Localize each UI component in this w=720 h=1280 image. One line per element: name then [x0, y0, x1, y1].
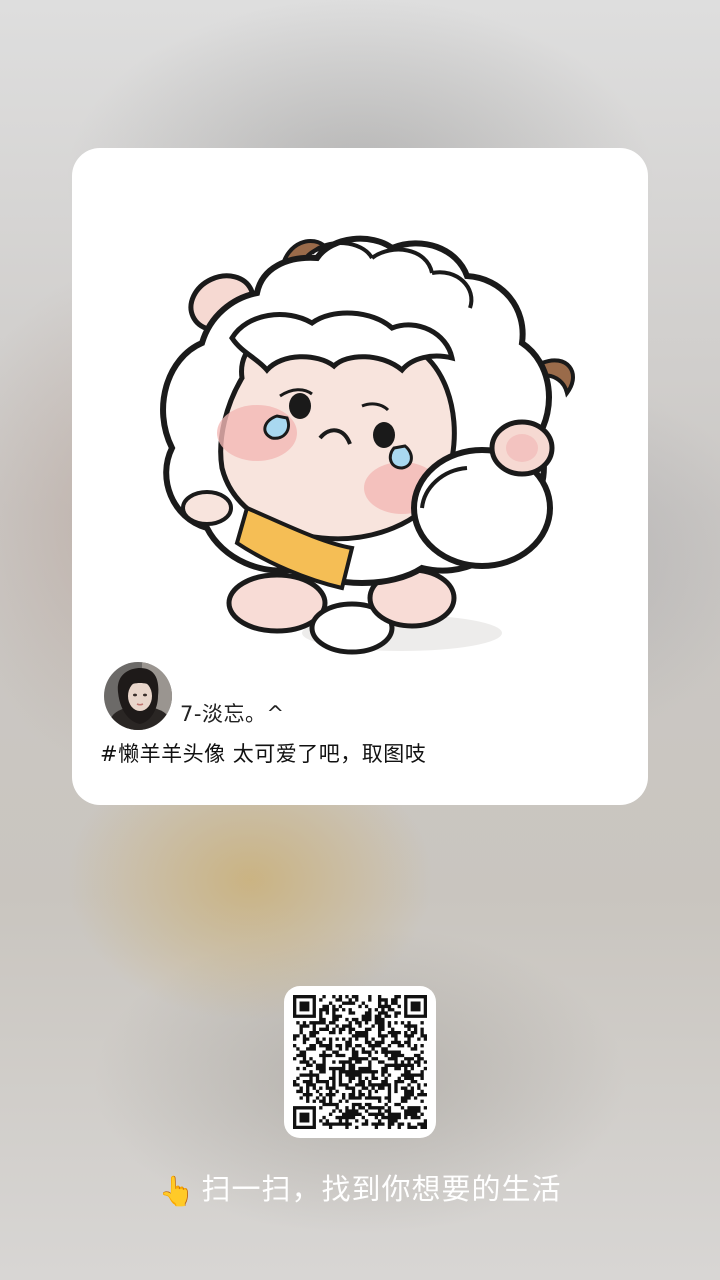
sheep-artwork: [160, 235, 575, 655]
share-card[interactable]: 7-淡忘。^ #懒羊羊头像 太可爱了吧，取图吱: [72, 148, 648, 805]
author-avatar[interactable]: [104, 662, 172, 730]
qr-code-image: [293, 995, 427, 1129]
scan-prompt: 👆 扫一扫，找到你想要的生活: [0, 1166, 720, 1209]
author-row[interactable]: 7-淡忘。^: [104, 660, 285, 730]
author-name[interactable]: 7-淡忘。^: [180, 698, 285, 728]
qr-code[interactable]: [284, 986, 436, 1138]
scan-prompt-text: 扫一扫，找到你想要的生活: [201, 1172, 562, 1206]
post-caption: #懒羊羊头像 太可爱了吧，取图吱: [100, 742, 427, 766]
pointing-hand-icon: 👆: [158, 1174, 196, 1208]
